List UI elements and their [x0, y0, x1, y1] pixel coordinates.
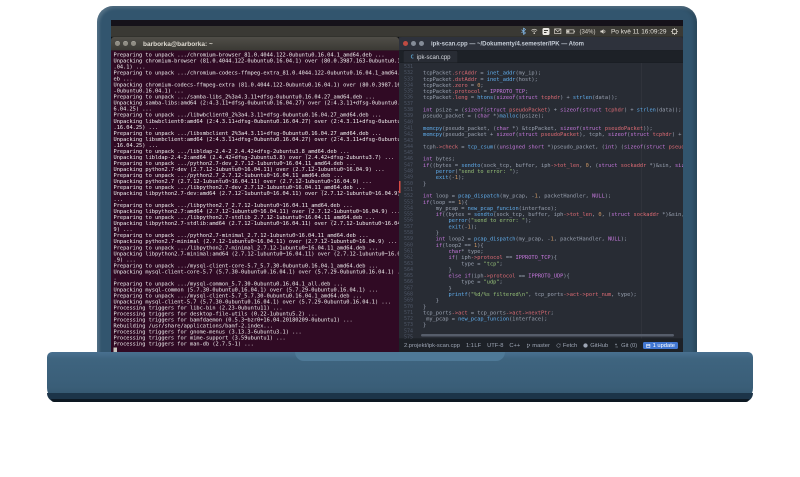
- status-line-ending[interactable]: LF: [474, 343, 481, 349]
- atom-title: ipk-scan.cpp — ~/Dokumenty/4.semester/IP…: [431, 40, 584, 47]
- package-icon: [646, 343, 651, 348]
- terminal-line: Preparing to unpack .../libsmbclient_2%3…: [113, 130, 382, 137]
- terminal-line: Unpacking python2.7-minimal (2.7.12-1ubu…: [113, 238, 398, 245]
- horizontal-scrollbar[interactable]: [421, 334, 674, 337]
- terminal-line: Unpacking libsmbclient:amd64 (2:4.3.11+d…: [113, 136, 400, 143]
- code-line: memcpy(pseudo_packet + sizeof(struct pse…: [423, 131, 682, 138]
- laptop-base-notch: [295, 352, 505, 361]
- sync-icon: [556, 343, 561, 348]
- line-number: 575: [403, 334, 413, 339]
- network-icon[interactable]: [530, 28, 538, 35]
- window-area: barborka@barborka: ~ Preparing to unpack…: [111, 37, 683, 352]
- terminal-output[interactable]: Preparing to unpack .../chromium-browser…: [111, 50, 400, 352]
- terminal-window: barborka@barborka: ~ Preparing to unpack…: [111, 37, 399, 352]
- status-git-branch[interactable]: master: [526, 343, 550, 349]
- tab-ipk-scan[interactable]: C ipk-scan.cpp: [403, 50, 458, 63]
- terminal-line: Preparing to unpack .../chromium-codecs-…: [113, 70, 400, 77]
- terminal-line: Unpacking libpython2.7-stdlib:amd64 (2.7…: [113, 220, 400, 227]
- code-line: tcph->check = tcp_csum((unsigned short *…: [423, 143, 683, 150]
- terminal-line: Unpacking mysql-client-core-5.7 (5.7.30-…: [113, 268, 400, 275]
- terminal-line: Preparing to unpack .../libpython2.7-min…: [113, 244, 379, 251]
- terminal-line: Preparing to unpack .../mysql-client-cor…: [113, 262, 379, 269]
- tab-bar: C ipk-scan.cpp: [399, 50, 683, 63]
- terminal-line: Unpacking libwbclient0:amd64 (2:4.3.11+d…: [113, 118, 400, 125]
- volume-icon[interactable]: [600, 28, 607, 34]
- terminal-line: Unpacking chromium-browser (81.0.4044.12…: [113, 58, 400, 65]
- code-editor[interactable]: 531 532 533 534 535 536 537 538 539 540 541 542 543 5…: [399, 63, 683, 339]
- status-grammar[interactable]: C++: [509, 343, 520, 349]
- update-badge[interactable]: 1 update: [643, 342, 678, 349]
- gutter[interactable]: 531 532 533 534 535 536 537 538 539 540 541 542 543 5…: [399, 63, 417, 339]
- github-icon: [583, 343, 588, 348]
- status-encoding[interactable]: UTF-8: [487, 343, 503, 349]
- cpp-file-icon: C: [410, 53, 414, 61]
- branch-icon: [526, 343, 530, 348]
- status-file-path[interactable]: 2.projekt/ipk-scan.cpp: [404, 343, 460, 349]
- laptop-mockup: (34%) Po kvě 11 16:09:29 barborka@barbor…: [0, 0, 800, 477]
- terminal-line: Unpacking libpython2.7-minimal:amd64 (2.…: [113, 250, 400, 257]
- battery-icon[interactable]: [565, 29, 575, 34]
- session-gear-icon[interactable]: [671, 27, 678, 35]
- atom-maximize-button[interactable]: [419, 41, 424, 46]
- bluetooth-icon[interactable]: [521, 27, 526, 36]
- terminal-maximize-button[interactable]: [131, 41, 136, 46]
- status-git-changes[interactable]: Git (0): [614, 343, 637, 349]
- terminal-line: Unpacking libpython2.7-dev:amd64 (2.7.12…: [113, 190, 400, 197]
- laptop-bezel: (34%) Po kvě 11 16:09:29 barborka@barbor…: [97, 6, 697, 356]
- atom-close-button[interactable]: [403, 41, 408, 46]
- laptop-base: [47, 352, 753, 402]
- atom-minimize-button[interactable]: [411, 41, 416, 46]
- wrap-guide: [641, 63, 642, 339]
- clock[interactable]: Po kvě 11 16:09:29: [611, 28, 667, 36]
- laptop-base-bottom: [47, 393, 753, 402]
- code-area[interactable]: tcpPacket.srcAddr = inet_addr(my_ip); tcp…: [417, 63, 683, 339]
- status-fetch[interactable]: Fetch: [556, 343, 577, 349]
- tab-label: ipk-scan.cpp: [416, 53, 451, 61]
- atom-window: ipk-scan.cpp — ~/Dokumenty/4.semester/IP…: [399, 37, 683, 352]
- laptop-screen: (34%) Po kvě 11 16:09:29 barborka@barbor…: [111, 20, 683, 352]
- git-diff-icon: [615, 343, 619, 348]
- status-github[interactable]: GitHub: [583, 343, 608, 349]
- status-bar: 2.projekt/ipk-scan.cpp 1:1 LF UTF-8 C++ …: [399, 338, 683, 352]
- keyboard-layout-indicator[interactable]: [542, 27, 550, 35]
- terminal-minimize-button[interactable]: [123, 41, 128, 46]
- terminal-line: Unpacking samba-libs:amd64 (2:4.3.11+dfs…: [113, 100, 400, 107]
- terminal-titlebar[interactable]: barborka@barborka: ~: [111, 37, 399, 51]
- mail-icon[interactable]: [554, 28, 562, 35]
- system-tray: (34%) Po kvě 11 16:09:29: [521, 27, 678, 36]
- terminal-close-button[interactable]: [115, 41, 120, 46]
- atom-titlebar[interactable]: ipk-scan.cpp — ~/Dokumenty/4.semester/IP…: [399, 37, 683, 51]
- terminal-line: Preparing to unpack .../libwbclient0_2%3…: [113, 112, 382, 119]
- status-cursor-position[interactable]: 1:1: [466, 343, 474, 349]
- terminal-title: barborka@barborka: ~: [143, 39, 213, 48]
- battery-label: (34%): [579, 27, 596, 35]
- top-panel: (34%) Po kvě 11 16:09:29: [111, 26, 683, 37]
